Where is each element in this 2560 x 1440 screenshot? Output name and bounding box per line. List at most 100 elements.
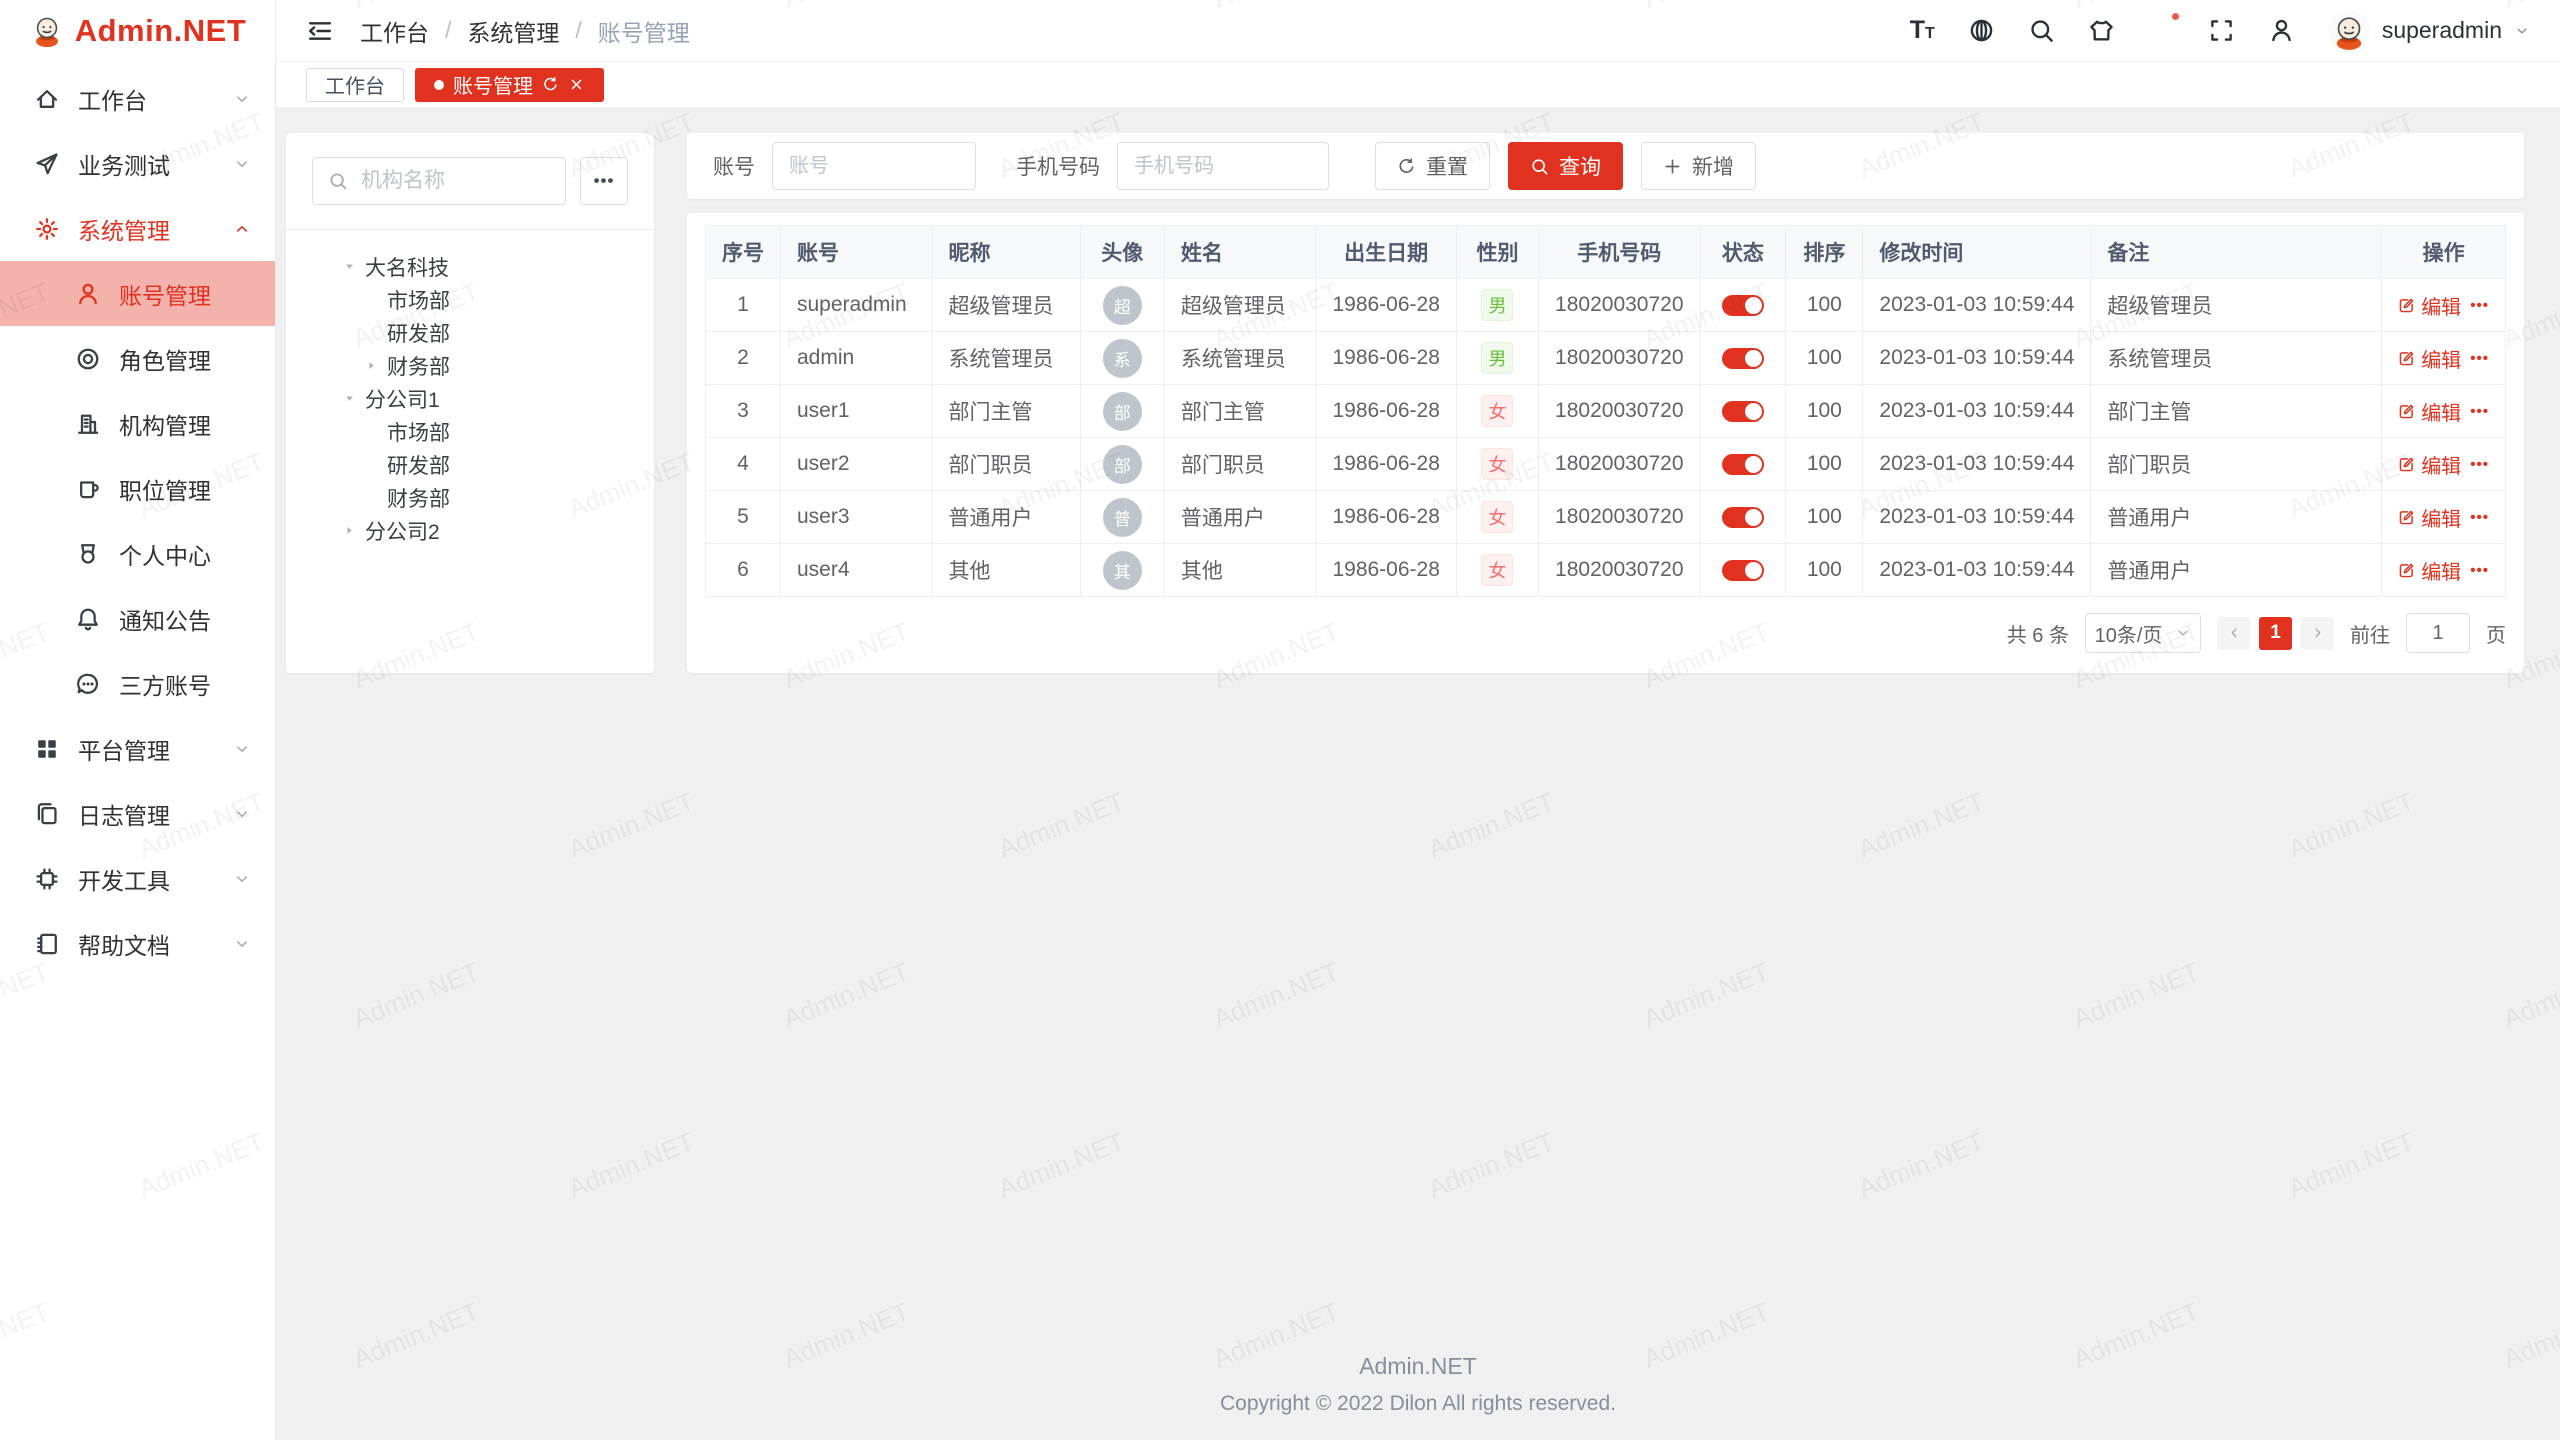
tree-node[interactable]: 分公司2 — [312, 514, 628, 547]
account-input[interactable] — [772, 142, 976, 190]
sidebar-item-third-account[interactable]: 三方账号 — [0, 651, 275, 716]
tab-label: 工作台 — [325, 70, 385, 99]
edit-button[interactable]: 编辑 — [2398, 503, 2461, 532]
edit-icon — [2398, 297, 2415, 314]
table-row: 6user4其他其其他1986-06-28女180200307201002023… — [706, 544, 2506, 597]
more-actions-button[interactable]: ••• — [2470, 509, 2489, 526]
sidebar-item-help-docs[interactable]: 帮助文档 — [0, 911, 275, 976]
edit-button[interactable]: 编辑 — [2398, 344, 2461, 373]
edit-button[interactable]: 编辑 — [2398, 556, 2461, 585]
edit-button[interactable]: 编辑 — [2398, 291, 2461, 320]
status-toggle[interactable] — [1722, 295, 1764, 316]
more-actions-button[interactable]: ••• — [2470, 403, 2489, 420]
gender-badge: 女 — [1481, 395, 1513, 427]
tab-active[interactable]: 账号管理 — [415, 68, 604, 102]
toggle-knob — [1745, 562, 1762, 579]
sidebar-item-org-mgmt[interactable]: 机构管理 — [0, 391, 275, 456]
position-icon — [74, 476, 102, 502]
more-actions-button[interactable]: ••• — [2470, 456, 2489, 473]
org-search-input[interactable] — [359, 168, 550, 194]
user-icon[interactable] — [2268, 15, 2295, 47]
sidebar-item-account-mgmt[interactable]: 账号管理 — [0, 261, 275, 326]
breadcrumb-separator: / — [575, 17, 581, 44]
more-actions-button[interactable]: ••• — [2470, 562, 2489, 579]
cell-sort: 100 — [1786, 279, 1863, 332]
tree-node[interactable]: 研发部 — [312, 316, 628, 349]
sidebar-item-workbench[interactable]: 工作台 — [0, 66, 275, 131]
prev-page-button[interactable] — [2217, 617, 2250, 650]
tab-item[interactable]: 工作台 — [306, 68, 404, 102]
fullscreen-icon[interactable] — [2208, 15, 2235, 47]
sidebar-item-label: 工作台 — [78, 82, 233, 116]
caret-right-icon[interactable] — [362, 358, 380, 373]
tree-node[interactable]: 分公司1 — [312, 382, 628, 415]
edit-button-label: 编辑 — [2421, 344, 2461, 373]
cell-account: user2 — [781, 438, 933, 491]
add-button[interactable]: 新增 — [1641, 142, 1756, 190]
plus-icon — [1663, 157, 1682, 176]
tree-node[interactable]: 市场部 — [312, 415, 628, 448]
font-size-icon[interactable]: TT — [1910, 15, 1935, 47]
divider — [286, 229, 654, 230]
sidebar-item-notice[interactable]: 通知公告 — [0, 586, 275, 651]
status-toggle[interactable] — [1722, 454, 1764, 475]
collapse-menu-icon[interactable] — [306, 17, 334, 45]
theme-icon[interactable] — [2088, 15, 2115, 47]
reset-button[interactable]: 重置 — [1375, 142, 1490, 190]
user-menu[interactable]: superadmin — [2328, 10, 2530, 52]
avatar: 部 — [1103, 445, 1142, 484]
sidebar-item-dev-tools[interactable]: 开发工具 — [0, 846, 275, 911]
next-page-button[interactable] — [2301, 617, 2334, 650]
tree-node[interactable]: 市场部 — [312, 283, 628, 316]
footer-copyright: Copyright © 2022 Dilon All rights reserv… — [276, 1392, 2560, 1416]
language-icon[interactable] — [1968, 15, 1995, 47]
tree-node[interactable]: 大名科技 — [312, 250, 628, 283]
accounts-table-panel: 序号账号昵称头像姓名出生日期性别手机号码状态排序修改时间备注操作 1supera… — [687, 213, 2524, 673]
goto-page-input[interactable] — [2406, 613, 2470, 653]
cell-gender: 男 — [1456, 332, 1538, 385]
edit-button[interactable]: 编辑 — [2398, 397, 2461, 426]
search-button[interactable]: 查询 — [1508, 142, 1623, 190]
edit-button[interactable]: 编辑 — [2398, 450, 2461, 479]
tree-node[interactable]: 财务部 — [312, 349, 628, 382]
more-actions-button[interactable]: ••• — [2470, 297, 2489, 314]
caret-down-icon[interactable] — [340, 259, 358, 274]
app-logo[interactable]: Admin.NET — [0, 0, 275, 62]
breadcrumb-item[interactable]: 工作台 — [360, 14, 429, 48]
table-row: 1superadmin超级管理员超超级管理员1986-06-28男1802003… — [706, 279, 2506, 332]
sidebar-item-role-mgmt[interactable]: 角色管理 — [0, 326, 275, 391]
toggle-knob — [1745, 350, 1762, 367]
close-icon[interactable] — [568, 76, 585, 93]
status-toggle[interactable] — [1722, 507, 1764, 528]
logo-text: Admin.NET — [75, 13, 247, 49]
table-row: 2admin系统管理员系系统管理员1986-06-28男180200307201… — [706, 332, 2506, 385]
caret-right-icon[interactable] — [340, 523, 358, 538]
cell-modified: 2023-01-03 10:59:44 — [1863, 332, 2091, 385]
reset-button-label: 重置 — [1426, 151, 1468, 181]
status-toggle[interactable] — [1722, 348, 1764, 369]
page-size-select[interactable]: 10条/页 — [2085, 613, 2201, 653]
sidebar-item-system-mgmt[interactable]: 系统管理 — [0, 196, 275, 261]
tree-node[interactable]: 财务部 — [312, 481, 628, 514]
refresh-icon[interactable] — [542, 76, 559, 93]
cell-name: 系统管理员 — [1164, 332, 1316, 385]
sidebar-item-log-mgmt[interactable]: 日志管理 — [0, 781, 275, 846]
tree-node[interactable]: 研发部 — [312, 448, 628, 481]
status-toggle[interactable] — [1722, 401, 1764, 422]
sidebar-item-platform-mgmt[interactable]: 平台管理 — [0, 716, 275, 781]
breadcrumb-item[interactable]: 系统管理 — [467, 14, 559, 48]
org-more-button[interactable]: ••• — [580, 157, 628, 205]
edit-button-label: 编辑 — [2421, 397, 2461, 426]
more-actions-button[interactable]: ••• — [2470, 350, 2489, 367]
search-icon[interactable] — [2028, 15, 2055, 47]
notification-icon[interactable] — [2148, 15, 2175, 47]
caret-down-icon[interactable] — [340, 391, 358, 406]
phone-input[interactable] — [1117, 142, 1329, 190]
sidebar-item-business-test[interactable]: 业务测试 — [0, 131, 275, 196]
sidebar-item-profile-center[interactable]: 个人中心 — [0, 521, 275, 586]
page-number-button[interactable]: 1 — [2259, 617, 2292, 650]
breadcrumb-separator: / — [445, 17, 451, 44]
status-toggle[interactable] — [1722, 560, 1764, 581]
tree-node-label: 分公司1 — [365, 384, 440, 414]
sidebar-item-position-mgmt[interactable]: 职位管理 — [0, 456, 275, 521]
